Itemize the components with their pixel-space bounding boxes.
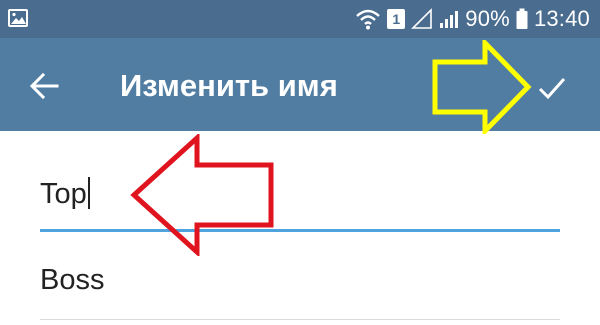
sim-icon: 1: [387, 9, 406, 29]
battery-icon: [516, 8, 528, 29]
arrow-left-icon: [29, 73, 59, 99]
last-name-field[interactable]: Boss: [40, 240, 560, 320]
status-icons: 1 90% 13:40: [355, 0, 590, 38]
gallery-icon: [8, 9, 28, 27]
first-name-field[interactable]: Top: [40, 150, 560, 232]
clock: 13:40: [533, 6, 590, 31]
signal-icon: [411, 8, 433, 29]
back-button[interactable]: [22, 64, 66, 108]
red-arrow-annotation: [130, 134, 274, 256]
checkmark-icon: [538, 78, 566, 100]
wifi-icon: [356, 9, 381, 30]
text-cursor: [87, 177, 90, 210]
yellow-arrow-annotation: [432, 40, 532, 134]
page-title: Изменить имя: [120, 68, 338, 103]
status-bar: 1 90% 13:40: [0, 0, 600, 38]
done-button[interactable]: [530, 66, 574, 110]
battery-percentage: 90%: [465, 6, 510, 31]
first-name-value[interactable]: Top: [40, 177, 90, 211]
signal-icon-2: [440, 11, 459, 28]
last-name-value[interactable]: Boss: [40, 264, 104, 297]
